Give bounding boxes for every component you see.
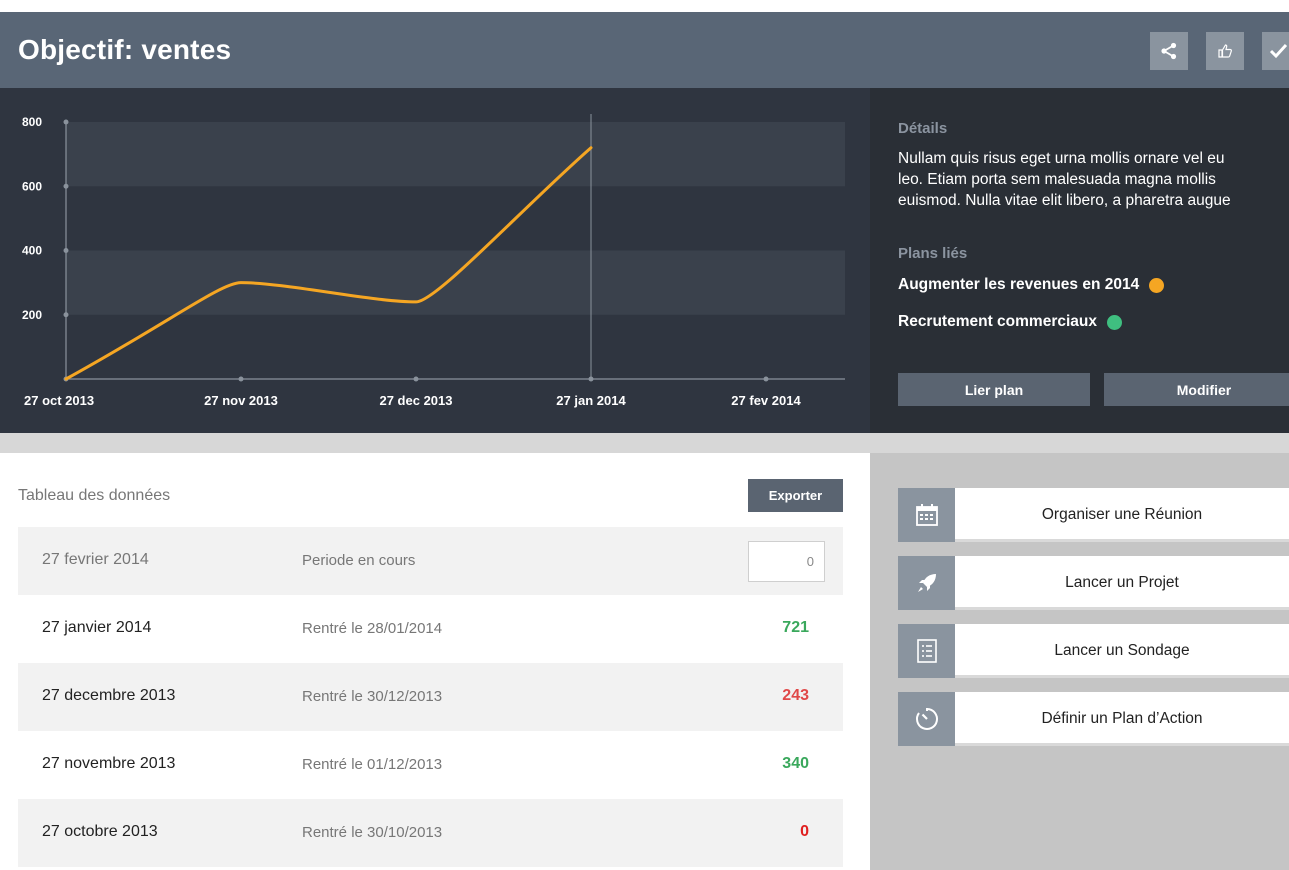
- x-tick-label: 27 dec 2013: [379, 393, 452, 408]
- table-row-current: 27 fevrier 2014 Periode en cours: [18, 527, 843, 595]
- actions-panel: Organiser une Réunion Lancer un Projet L…: [870, 453, 1289, 870]
- action-define-plan[interactable]: Définir un Plan d’Action: [898, 692, 1289, 746]
- x-tick-label: 27 nov 2013: [204, 393, 278, 408]
- plan-status-dot: [1149, 277, 1165, 293]
- x-tick-dot: [763, 376, 769, 382]
- row-value: 243: [782, 687, 809, 704]
- x-tick-dot: [588, 376, 594, 382]
- sales-chart: 200 400 600 800 27 oct 2013 27 nov 2013 27 dec…: [22, 114, 845, 408]
- table-row: 27 novembre 2013 Rentré le 01/12/2013 34…: [18, 731, 843, 799]
- value-input[interactable]: [748, 541, 825, 582]
- grid-band: [66, 122, 845, 187]
- details-panel: Détails Nullam quis risus eget urna moll…: [870, 88, 1289, 433]
- row-date: 27 octobre 2013: [42, 823, 158, 840]
- table-row: 27 decembre 2013 Rentré le 30/12/2013 24…: [18, 663, 843, 731]
- y-tick-label: 800: [22, 115, 42, 129]
- data-table-panel: Tableau des données Exporter 27 fevrier …: [0, 453, 870, 870]
- y-tick-label: 400: [22, 244, 42, 258]
- details-text-line: leo. Etiam porta sem malesuada magna mol…: [898, 171, 1216, 188]
- edit-button[interactable]: Modifier: [1104, 373, 1289, 406]
- details-text-line: euismod. Nulla vitae elit libero, a phar…: [898, 192, 1231, 209]
- x-tick-label: 27 jan 2014: [556, 393, 626, 408]
- action-label: Définir un Plan d’Action: [1041, 710, 1203, 727]
- row-note: Rentré le 01/12/2013: [302, 756, 443, 773]
- thumbs-up-icon: [1218, 44, 1232, 58]
- action-label: Lancer un Projet: [1065, 574, 1179, 591]
- timer-icon: [898, 692, 955, 746]
- row-note: Rentré le 30/12/2013: [302, 688, 443, 705]
- x-tick-label: 27 fev 2014: [731, 393, 801, 408]
- share-icon: [1161, 42, 1177, 60]
- list-icon: [898, 624, 955, 678]
- action-launch-survey[interactable]: Lancer un Sondage: [898, 624, 1289, 678]
- page-header: Objectif: ventes: [0, 12, 1289, 88]
- row-note: Rentré le 30/10/2013: [302, 824, 443, 841]
- plan-item[interactable]: Augmenter les revenues en 2014: [898, 276, 1165, 294]
- export-button[interactable]: Exporter: [748, 479, 843, 512]
- x-tick-label: 27 oct 2013: [24, 393, 94, 408]
- row-date: 27 decembre 2013: [42, 687, 176, 704]
- row-date: 27 fevrier 2014: [42, 551, 149, 568]
- plan-item[interactable]: Recrutement commerciaux: [898, 313, 1122, 331]
- plan-label: Augmenter les revenues en 2014: [898, 276, 1140, 293]
- validate-button[interactable]: [1262, 32, 1289, 70]
- y-tick-dot: [63, 312, 69, 318]
- action-label: Lancer un Sondage: [1054, 642, 1190, 659]
- plan-label: Recrutement commerciaux: [898, 313, 1097, 330]
- y-tick-dot: [63, 119, 69, 125]
- action-organize-meeting[interactable]: Organiser une Réunion: [898, 488, 1289, 542]
- row-note: Rentré le 28/01/2014: [302, 620, 443, 637]
- page-title: Objectif: ventes: [18, 34, 232, 65]
- share-button[interactable]: [1150, 32, 1188, 70]
- y-tick-dot: [63, 248, 69, 253]
- y-tick-dot: [63, 183, 69, 189]
- details-heading: Détails: [898, 120, 948, 137]
- plan-status-dot: [1107, 314, 1122, 330]
- row-date: 27 novembre 2013: [42, 755, 176, 772]
- calendar-icon: [898, 488, 955, 542]
- check-icon: [1269, 43, 1288, 59]
- chart-panel: 200 400 600 800 27 oct 2013 27 nov 2013 27 dec…: [0, 88, 870, 433]
- action-launch-project[interactable]: Lancer un Projet: [898, 556, 1289, 610]
- table-row: 27 janvier 2014 Rentré le 28/01/2014 721: [18, 595, 843, 663]
- plans-heading: Plans liés: [898, 245, 968, 262]
- grid-band: [66, 250, 845, 315]
- x-tick-dot: [413, 376, 419, 382]
- details-text: Nullam quis risus eget urna mollis ornar…: [898, 148, 1289, 211]
- like-button[interactable]: [1206, 32, 1244, 70]
- section-divider: [0, 433, 1289, 453]
- row-value: 340: [782, 755, 809, 772]
- y-tick-label: 200: [22, 308, 42, 322]
- x-tick-dot: [238, 376, 244, 382]
- row-value: 721: [782, 619, 809, 636]
- link-plan-button[interactable]: Lier plan: [898, 373, 1090, 406]
- row-date: 27 janvier 2014: [42, 619, 152, 636]
- row-note: Periode en cours: [302, 552, 416, 569]
- y-tick-label: 600: [22, 179, 42, 193]
- action-label: Organiser une Réunion: [1041, 506, 1203, 523]
- row-value: 0: [800, 823, 809, 840]
- details-text-line: Nullam quis risus eget urna mollis ornar…: [898, 150, 1225, 167]
- table-title: Tableau des données: [18, 487, 171, 504]
- rocket-icon: [898, 556, 955, 610]
- table-row: 27 octobre 2013 Rentré le 30/10/2013 0: [18, 799, 843, 867]
